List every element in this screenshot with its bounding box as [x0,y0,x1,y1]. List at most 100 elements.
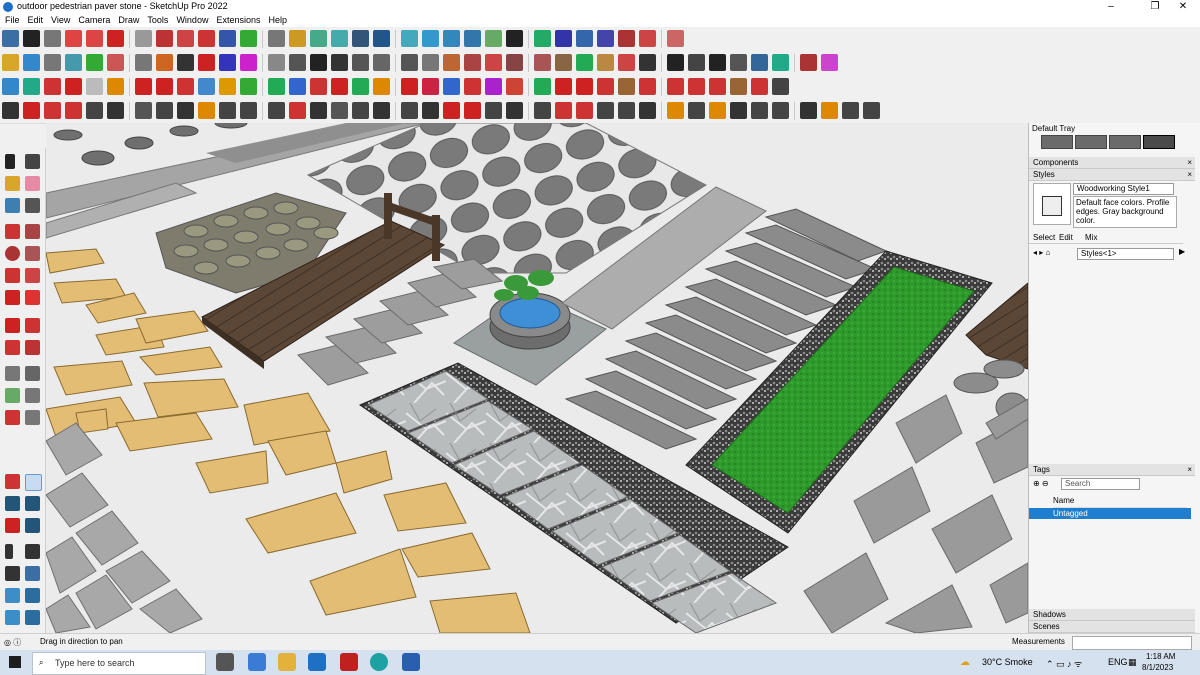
row2-tool-icon-27[interactable] [576,54,593,71]
row2-tool-icon-5[interactable] [86,54,103,71]
row3-tool-icon-24[interactable] [506,78,523,95]
orbit-icon[interactable] [5,474,20,489]
close-icon[interactable]: × [1187,464,1192,475]
file-explorer-icon[interactable] [278,653,296,671]
row4-tool-icon-12[interactable] [240,102,257,119]
menu-tools[interactable]: Tools [143,14,172,27]
row4-tool-icon-21[interactable] [443,102,460,119]
position-camera-icon[interactable] [5,544,13,559]
edge-browser-icon[interactable] [370,653,388,671]
menu-window[interactable]: Window [172,14,212,27]
row4-tool-icon-20[interactable] [422,102,439,119]
tab-select[interactable]: Select [1033,233,1055,242]
measurements-input[interactable] [1072,636,1192,650]
row2-tool-icon-14[interactable] [289,54,306,71]
clock-time[interactable]: 1:18 AM [1146,652,1175,661]
row3-tool-icon-14[interactable] [289,78,306,95]
row4-tool-icon-3[interactable] [44,102,61,119]
row1-tool-icon-28[interactable] [597,30,614,47]
row2-tool-icon-13[interactable] [268,54,285,71]
tab-mix[interactable]: Mix [1085,233,1097,242]
row2-tool-icon-4[interactable] [65,54,82,71]
row3-tool-icon-21[interactable] [443,78,460,95]
row2-tool-icon-3[interactable] [44,54,61,71]
row4-tool-icon-31[interactable] [667,102,684,119]
row1-tool-icon-26[interactable] [555,30,572,47]
row1-tool-icon-29[interactable] [618,30,635,47]
language-indicator[interactable]: ENG [1108,657,1128,667]
tape-measure-icon[interactable] [5,366,20,381]
move-icon[interactable] [5,318,20,333]
menu-help[interactable]: Help [264,14,291,27]
add-detail-icon[interactable] [25,610,40,625]
zoom-icon[interactable] [5,496,20,511]
tab-edit[interactable]: Edit [1059,233,1073,242]
row4-tool-icon-14[interactable] [289,102,306,119]
row1-tool-icon-21[interactable] [443,30,460,47]
make-component-icon[interactable] [25,154,40,169]
geo-location-icon[interactable]: ◎ ⓘ [4,637,21,648]
row1-tool-icon-3[interactable] [44,30,61,47]
circle-icon[interactable] [5,246,20,261]
row2-tool-icon-29[interactable] [618,54,635,71]
row4-tool-icon-33[interactable] [709,102,726,119]
tag-row-untagged[interactable]: Untagged [1029,508,1191,519]
row2-tool-icon-1[interactable] [2,54,19,71]
calculator-app-icon[interactable] [248,653,266,671]
row2-tool-icon-33[interactable] [709,54,726,71]
windows-start-icon[interactable] [9,656,21,668]
push-pull-icon[interactable] [25,290,40,305]
polygon-icon[interactable] [25,246,40,261]
row3-tool-icon-32[interactable] [688,78,705,95]
row2-tool-icon-17[interactable] [352,54,369,71]
row4-tool-icon-13[interactable] [268,102,285,119]
menu-draw[interactable]: Draw [114,14,143,27]
row1-tool-icon-22[interactable] [464,30,481,47]
row2-tool-icon-21[interactable] [443,54,460,71]
style-thumb-2[interactable] [1075,135,1107,149]
minimize-button[interactable]: – [1094,0,1128,14]
eraser-icon[interactable] [25,176,40,191]
row4-tool-icon-16[interactable] [331,102,348,119]
row2-tool-icon-23[interactable] [485,54,502,71]
row2-tool-icon-26[interactable] [555,54,572,71]
select-tool-icon[interactable] [5,154,15,169]
menu-file[interactable]: File [0,14,24,27]
row3-tool-icon-11[interactable] [219,78,236,95]
row2-tool-icon-25[interactable] [534,54,551,71]
row2-tool-icon-34[interactable] [730,54,747,71]
row2-tool-icon-18[interactable] [373,54,390,71]
row4-tool-icon-36[interactable] [772,102,789,119]
menu-camera[interactable]: Camera [74,14,114,27]
row3-tool-icon-17[interactable] [352,78,369,95]
row3-tool-icon-26[interactable] [555,78,572,95]
rectangle-icon[interactable] [25,224,40,239]
row3-tool-icon-8[interactable] [156,78,173,95]
row3-tool-icon-10[interactable] [198,78,215,95]
row3-tool-icon-6[interactable] [107,78,124,95]
close-icon[interactable]: × [1187,169,1192,180]
row2-tool-icon-11[interactable] [219,54,236,71]
row1-tool-icon-25[interactable] [534,30,551,47]
menu-extensions[interactable]: Extensions [212,14,264,27]
taskbar-search-box[interactable]: ⌕ Type here to search [32,652,206,675]
drape-icon[interactable] [5,610,20,625]
row2-tool-icon-8[interactable] [156,54,173,71]
row2-tool-icon-32[interactable] [688,54,705,71]
row1-tool-icon-12[interactable] [240,30,257,47]
row3-tool-icon-19[interactable] [401,78,418,95]
row3-tool-icon-4[interactable] [65,78,82,95]
row2-tool-icon-7[interactable] [135,54,152,71]
row4-tool-icon-26[interactable] [555,102,572,119]
scenes-panel-header[interactable]: Scenes [1029,621,1195,633]
styles-panel-header[interactable]: Styles × [1029,169,1195,181]
row4-tool-icon-17[interactable] [352,102,369,119]
row3-tool-icon-18[interactable] [373,78,390,95]
row1-tool-icon-11[interactable] [219,30,236,47]
row3-tool-icon-7[interactable] [135,78,152,95]
row3-tool-icon-13[interactable] [268,78,285,95]
row4-tool-icon-23[interactable] [485,102,502,119]
row1-tool-icon-27[interactable] [576,30,593,47]
row2-tool-icon-9[interactable] [177,54,194,71]
add-tag-icon[interactable]: ⊕ ⊖ [1033,479,1049,488]
